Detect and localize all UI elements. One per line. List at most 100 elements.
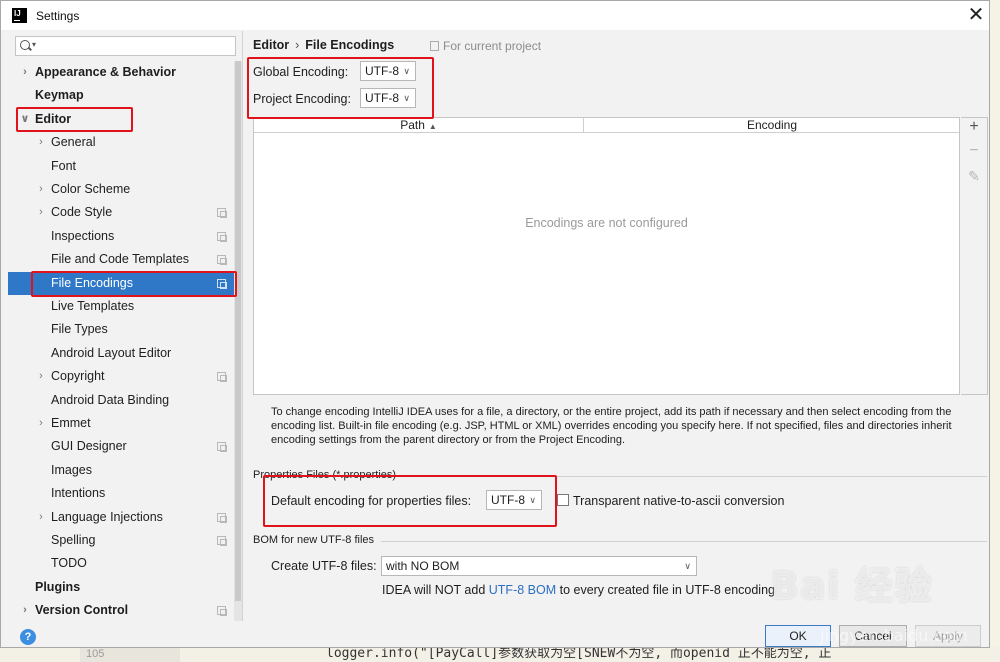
- tree-item-live-templates[interactable]: Live Templates: [8, 295, 234, 318]
- path-encoding-table: Path ▲ Encoding Encodings are not configu…: [253, 117, 960, 395]
- utf8-bom-link[interactable]: UTF-8 BOM: [489, 583, 556, 597]
- watermark-url: jingyan.baidu.com: [820, 626, 968, 645]
- tree-item-file-encodings[interactable]: File Encodings: [8, 271, 234, 295]
- chevron-down-icon: ∨: [403, 66, 410, 76]
- close-button[interactable]: ✕: [963, 3, 989, 27]
- search-icon: [20, 40, 30, 50]
- tree-item-general[interactable]: › General: [8, 131, 234, 154]
- sort-ascending-icon: ▲: [428, 122, 437, 131]
- chevron-right-icon[interactable]: ›: [36, 201, 46, 224]
- properties-encoding-value: UTF-8: [491, 493, 525, 507]
- chevron-right-icon[interactable]: ›: [36, 178, 46, 201]
- tree-item-inspections[interactable]: Inspections: [8, 225, 234, 248]
- tree-item-label: File Types: [51, 322, 108, 337]
- tree-item-android-layout-editor[interactable]: Android Layout Editor: [8, 342, 234, 365]
- properties-encoding-select[interactable]: UTF-8 ∨: [486, 490, 542, 510]
- project-encoding-select[interactable]: UTF-8 ∨: [360, 88, 416, 108]
- global-encoding-select[interactable]: UTF-8 ∨: [360, 61, 416, 81]
- tree-item-gui-designer[interactable]: GUI Designer: [8, 435, 234, 458]
- tree-item-label: Spelling: [51, 533, 96, 547]
- tree-item-label: File and Code Templates: [51, 252, 190, 267]
- table-toolbar: + − ✎: [961, 117, 988, 395]
- window-title: Settings: [36, 9, 80, 23]
- project-encoding-value: UTF-8: [365, 91, 399, 105]
- copy-icon: [430, 41, 439, 51]
- tree-item-color-scheme[interactable]: › Color Scheme: [8, 178, 234, 201]
- chevron-right-icon[interactable]: ›: [36, 412, 46, 435]
- chevron-right-icon[interactable]: ›: [20, 599, 30, 622]
- tree-item-copyright[interactable]: › Copyright: [8, 365, 234, 388]
- tree-item-intentions[interactable]: Intentions: [8, 482, 234, 505]
- column-header-encoding[interactable]: Encoding: [585, 118, 959, 133]
- edit-icon[interactable]: ✎: [961, 168, 987, 185]
- bom-section-title: BOM for new UTF-8 files: [253, 534, 987, 546]
- column-label-path: Path: [400, 118, 425, 132]
- chevron-down-icon: ∨: [529, 495, 536, 505]
- line-number: 105: [80, 646, 180, 662]
- divider: [381, 541, 987, 542]
- native-to-ascii-checkbox[interactable]: [557, 494, 569, 506]
- bom-note-suffix: to every created file in UTF-8 encoding: [556, 583, 775, 597]
- bom-value: with NO BOM: [386, 559, 460, 573]
- remove-icon[interactable]: −: [961, 142, 987, 160]
- tree-item-spelling[interactable]: Spelling: [8, 529, 234, 552]
- default-properties-encoding-label: Default encoding for properties files:: [271, 494, 472, 508]
- tree-item-code-style[interactable]: › Code Style: [8, 201, 234, 224]
- properties-section-title: Properties Files (*.properties): [253, 469, 987, 481]
- table-header: Path ▲ Encoding: [254, 118, 959, 133]
- tree-item-label: Appearance & Behavior: [35, 65, 177, 79]
- search-input[interactable]: ▾: [15, 36, 236, 56]
- tree-item-label: Code Style: [51, 205, 113, 220]
- tree-item-label: Language Injections: [51, 509, 163, 524]
- tree-item-label: Plugins: [35, 579, 81, 594]
- add-icon[interactable]: +: [961, 118, 987, 136]
- tree-item-file-and-code-templates[interactable]: File and Code Templates: [8, 248, 234, 271]
- tree-item-label: Color Scheme: [51, 182, 131, 196]
- settings-tree-pane: ▾ › Appearance & Behavior Keymap ∨ Editor › Ge…: [8, 31, 243, 621]
- project-encoding-label: Project Encoding:: [253, 92, 351, 106]
- column-header-path[interactable]: Path ▲: [254, 118, 584, 133]
- tree-scrollbar[interactable]: [234, 61, 242, 621]
- project-scope-icon: [217, 606, 227, 617]
- tree-item-label: Emmet: [51, 416, 91, 430]
- tree-item-version-control[interactable]: › Version Control: [8, 599, 234, 622]
- chevron-down-icon[interactable]: ∨: [20, 108, 30, 131]
- properties-section-label: Properties Files (*.properties): [253, 469, 397, 481]
- settings-dialog: IJ Settings ✕ ▾ › Appearance & Behavior Ke…: [0, 0, 990, 648]
- tree-item-label: Live Templates: [51, 299, 135, 313]
- tree-item-label: Android Data Binding: [51, 392, 170, 407]
- tree-item-language-injections[interactable]: › Language Injections: [8, 506, 234, 529]
- background-editor-line: 105 logger.info("[PayCall]参数获取为空[SNEW不为空…: [0, 646, 1000, 662]
- scrollbar-thumb[interactable]: [235, 61, 241, 601]
- chevron-right-icon[interactable]: ›: [36, 506, 46, 529]
- tree-item-label: Version Control: [35, 603, 129, 618]
- tree-item-todo[interactable]: TODO: [8, 552, 234, 575]
- tree-item-appearance-behavior[interactable]: › Appearance & Behavior: [8, 61, 234, 84]
- tree-item-label: Keymap: [35, 88, 84, 103]
- tree-item-emmet[interactable]: › Emmet: [8, 412, 234, 435]
- chevron-down-icon: ▾: [32, 40, 37, 49]
- tree-item-plugins[interactable]: Plugins: [8, 576, 234, 599]
- tree-item-android-data-binding[interactable]: Android Data Binding: [8, 389, 234, 412]
- project-scope-icon: [217, 278, 227, 289]
- tree-item-label: TODO: [51, 556, 87, 571]
- tree-item-label: Font: [51, 158, 77, 173]
- breadcrumb: Editor › File Encodings: [253, 38, 394, 52]
- tree-item-label: File Encodings: [51, 275, 133, 290]
- tree-item-label: Android Layout Editor: [51, 345, 172, 360]
- tree-item-keymap[interactable]: Keymap: [8, 84, 234, 107]
- project-scope-icon: [217, 372, 227, 383]
- chevron-right-icon[interactable]: ›: [36, 131, 46, 154]
- tree-item-font[interactable]: Font: [8, 155, 234, 178]
- chevron-right-icon[interactable]: ›: [36, 365, 46, 388]
- tree-item-file-types[interactable]: File Types: [8, 318, 234, 341]
- tree-item-editor[interactable]: ∨ Editor: [8, 108, 234, 131]
- divider: [403, 476, 987, 477]
- help-button[interactable]: ?: [20, 629, 36, 645]
- bom-note-prefix: IDEA will NOT add: [382, 583, 489, 597]
- bom-select[interactable]: with NO BOM ∨: [381, 556, 697, 576]
- project-scope-icon: [217, 536, 227, 546]
- chevron-right-icon[interactable]: ›: [20, 61, 30, 84]
- breadcrumb-parent: Editor: [253, 38, 290, 52]
- tree-item-images[interactable]: Images: [8, 459, 234, 482]
